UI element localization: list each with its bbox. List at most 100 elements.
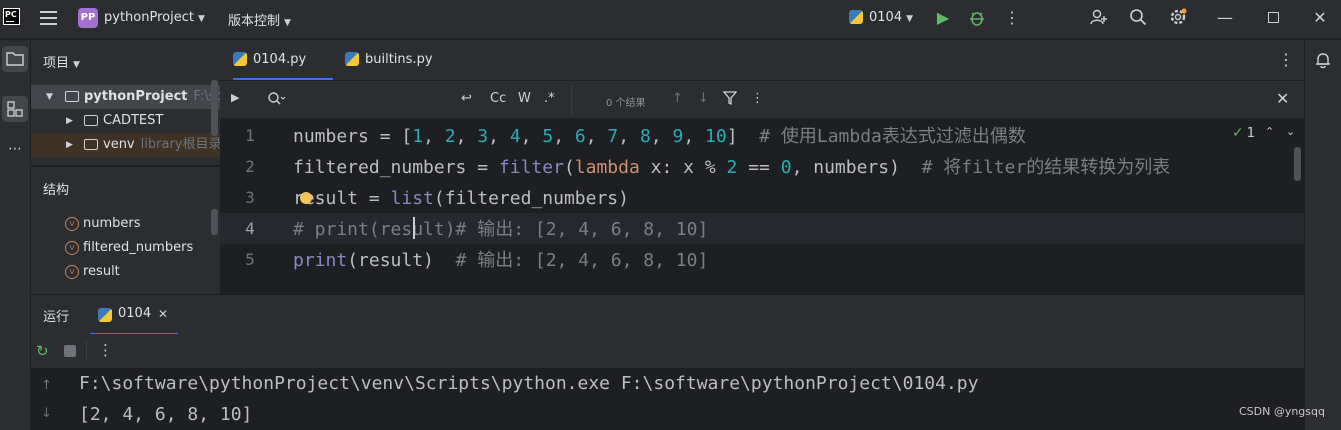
collapse-arrow-icon[interactable]: ▶	[66, 133, 73, 157]
code-line[interactable]: filtered_numbers = filter(lambda x: x % …	[293, 152, 1170, 183]
match-case-toggle[interactable]: Cc	[490, 91, 506, 106]
structure-item[interactable]: v numbers	[31, 212, 220, 236]
text-caret	[413, 217, 415, 239]
code-token: 6	[574, 126, 586, 147]
previous-highlight-icon[interactable]: ⌃	[1265, 125, 1274, 138]
scroll-down-icon[interactable]: ↓	[41, 406, 52, 421]
tab-0104-py[interactable]: 0104.py	[233, 40, 333, 80]
debug-icon[interactable]	[967, 8, 987, 28]
close-window-icon[interactable]: ✕	[1310, 8, 1330, 28]
main-menu-icon[interactable]	[40, 11, 57, 25]
run-config-selector[interactable]: 0104 ▼	[849, 9, 914, 25]
words-toggle[interactable]: W	[518, 91, 531, 106]
tab-options-icon[interactable]: ⋮	[1278, 40, 1294, 80]
project-panel-header[interactable]: 项目 ▼	[43, 52, 80, 71]
chevron-down-icon: ▼	[284, 18, 291, 28]
chevron-down-icon: ▼	[197, 14, 205, 24]
chevron-down-icon: ▼	[906, 14, 914, 24]
expand-replace-icon[interactable]: ▶	[231, 91, 239, 104]
code-token: 5	[542, 126, 554, 147]
more-actions-icon[interactable]: ⋮	[1002, 8, 1022, 28]
line-number: 3	[245, 188, 255, 207]
inspection-ok-icon[interactable]: ✓ 1	[1232, 125, 1255, 141]
filter-icon[interactable]	[722, 91, 738, 109]
code-token: numbers = [	[293, 126, 413, 147]
find-bar: ▶ ↩ Cc W .* 0 个结果 ↑ ↓ ⋮ ✕	[220, 81, 1304, 119]
code-token: ,	[683, 126, 705, 147]
structure-tool-icon[interactable]	[2, 96, 28, 122]
structure-panel: 结构 v numbers v filtered_numbers v result	[31, 166, 220, 294]
expand-arrow-icon[interactable]: ▼	[46, 85, 53, 109]
code-token: 9	[672, 126, 684, 147]
add-user-icon[interactable]	[1089, 8, 1109, 28]
project-panel-title: 项目	[43, 56, 70, 71]
code-token: ,	[618, 126, 640, 147]
console-line: F:\software\pythonProject\venv\Scripts\p…	[79, 373, 979, 394]
structure-item[interactable]: v filtered_numbers	[31, 236, 220, 260]
previous-occurrence-icon[interactable]: ↑	[672, 91, 683, 106]
divider	[571, 85, 572, 115]
close-find-icon[interactable]: ✕	[1276, 89, 1289, 108]
find-more-options-icon[interactable]: ⋮	[751, 91, 764, 106]
code-token: ,	[488, 126, 510, 147]
code-line[interactable]: numbers = [1, 2, 3, 4, 5, 6, 7, 8, 9, 10…	[293, 121, 1026, 152]
run-icon[interactable]: ▶	[933, 8, 953, 28]
tab-builtins-py[interactable]: builtins.py	[345, 40, 433, 80]
code-token: (result)	[347, 250, 456, 271]
minimize-window-icon[interactable]: —	[1215, 8, 1235, 28]
chevron-down-icon: ▼	[73, 60, 80, 70]
scroll-up-icon[interactable]: ↑	[41, 378, 52, 393]
python-file-icon	[233, 51, 247, 66]
next-occurrence-icon[interactable]: ↓	[698, 91, 709, 106]
next-highlight-icon[interactable]: ⌄	[1286, 125, 1295, 138]
run-more-options-icon[interactable]: ⋮	[98, 341, 113, 359]
console-output[interactable]: ↑ ↓ F:\software\pythonProject\venv\Scrip…	[31, 368, 1304, 430]
structure-item[interactable]: v result	[31, 260, 220, 284]
search-icon[interactable]	[1128, 8, 1148, 28]
tree-item-cadtest[interactable]: ▶ CADTEST	[31, 109, 220, 133]
new-line-icon[interactable]: ↩	[461, 91, 472, 106]
tree-item-venv[interactable]: ▶ venv library根目录	[31, 133, 220, 157]
run-toolbar: ↻ ⋮	[31, 334, 1304, 368]
settings-gear-icon[interactable]	[1168, 8, 1188, 28]
python-file-icon	[849, 9, 863, 24]
code-token: 2	[726, 157, 738, 178]
project-badge[interactable]: PP	[78, 8, 98, 28]
search-history-icon[interactable]	[267, 91, 286, 111]
regex-toggle[interactable]: .*	[544, 91, 555, 106]
project-tool-folder-icon[interactable]	[2, 46, 28, 72]
collapse-arrow-icon[interactable]: ▶	[66, 109, 73, 133]
code-line[interactable]: # print(result)# 输出: [2, 4, 6, 8, 10]	[293, 214, 708, 245]
vcs-menu[interactable]: 版本控制 ▼	[228, 10, 291, 29]
search-input[interactable]	[295, 91, 455, 109]
close-tab-icon[interactable]: ✕	[158, 307, 168, 321]
code-token: 0	[780, 157, 792, 178]
code-token: ,	[650, 126, 673, 147]
tree-item-project-root[interactable]: ▼ pythonProjectF:\soft	[31, 85, 220, 109]
code-token: ]	[726, 126, 760, 147]
more-tools-icon[interactable]: ⋯	[2, 136, 28, 162]
code-token: filtered_numbers =	[293, 157, 499, 178]
project-switcher[interactable]: pythonProject ▼	[104, 10, 205, 25]
structure-item-label: result	[83, 264, 120, 279]
notifications-bell-icon[interactable]	[1314, 51, 1332, 73]
code-line[interactable]: result = list(filtered_numbers)	[293, 183, 629, 214]
lightbulb-icon[interactable]	[300, 192, 312, 204]
run-panel-title: 运行	[43, 310, 70, 325]
rerun-icon[interactable]: ↻	[36, 342, 49, 360]
structure-scrollbar[interactable]	[211, 209, 218, 235]
structure-item-label: filtered_numbers	[83, 240, 194, 255]
folder-icon	[65, 91, 79, 102]
run-tab-0104[interactable]: 0104 ✕	[90, 295, 178, 335]
folder-icon	[84, 139, 98, 150]
run-panel-header: 运行 0104 ✕	[31, 294, 1304, 335]
code-line[interactable]: print(result) # 输出: [2, 4, 6, 8, 10]	[293, 245, 708, 276]
code-editor[interactable]: 12345 numbers = [1, 2, 3, 4, 5, 6, 7, 8,…	[220, 119, 1304, 294]
title-bar: PC PP pythonProject ▼ 版本控制 ▼ 0104 ▼ ▶ ⋮ — ✕	[0, 0, 1341, 39]
project-scrollbar[interactable]	[211, 80, 218, 136]
stop-icon[interactable]	[64, 345, 76, 357]
console-line: [2, 4, 6, 8, 10]	[79, 404, 253, 425]
maximize-window-icon[interactable]	[1263, 8, 1283, 28]
code-token: 7	[607, 126, 619, 147]
editor-scrollbar[interactable]	[1294, 147, 1301, 181]
